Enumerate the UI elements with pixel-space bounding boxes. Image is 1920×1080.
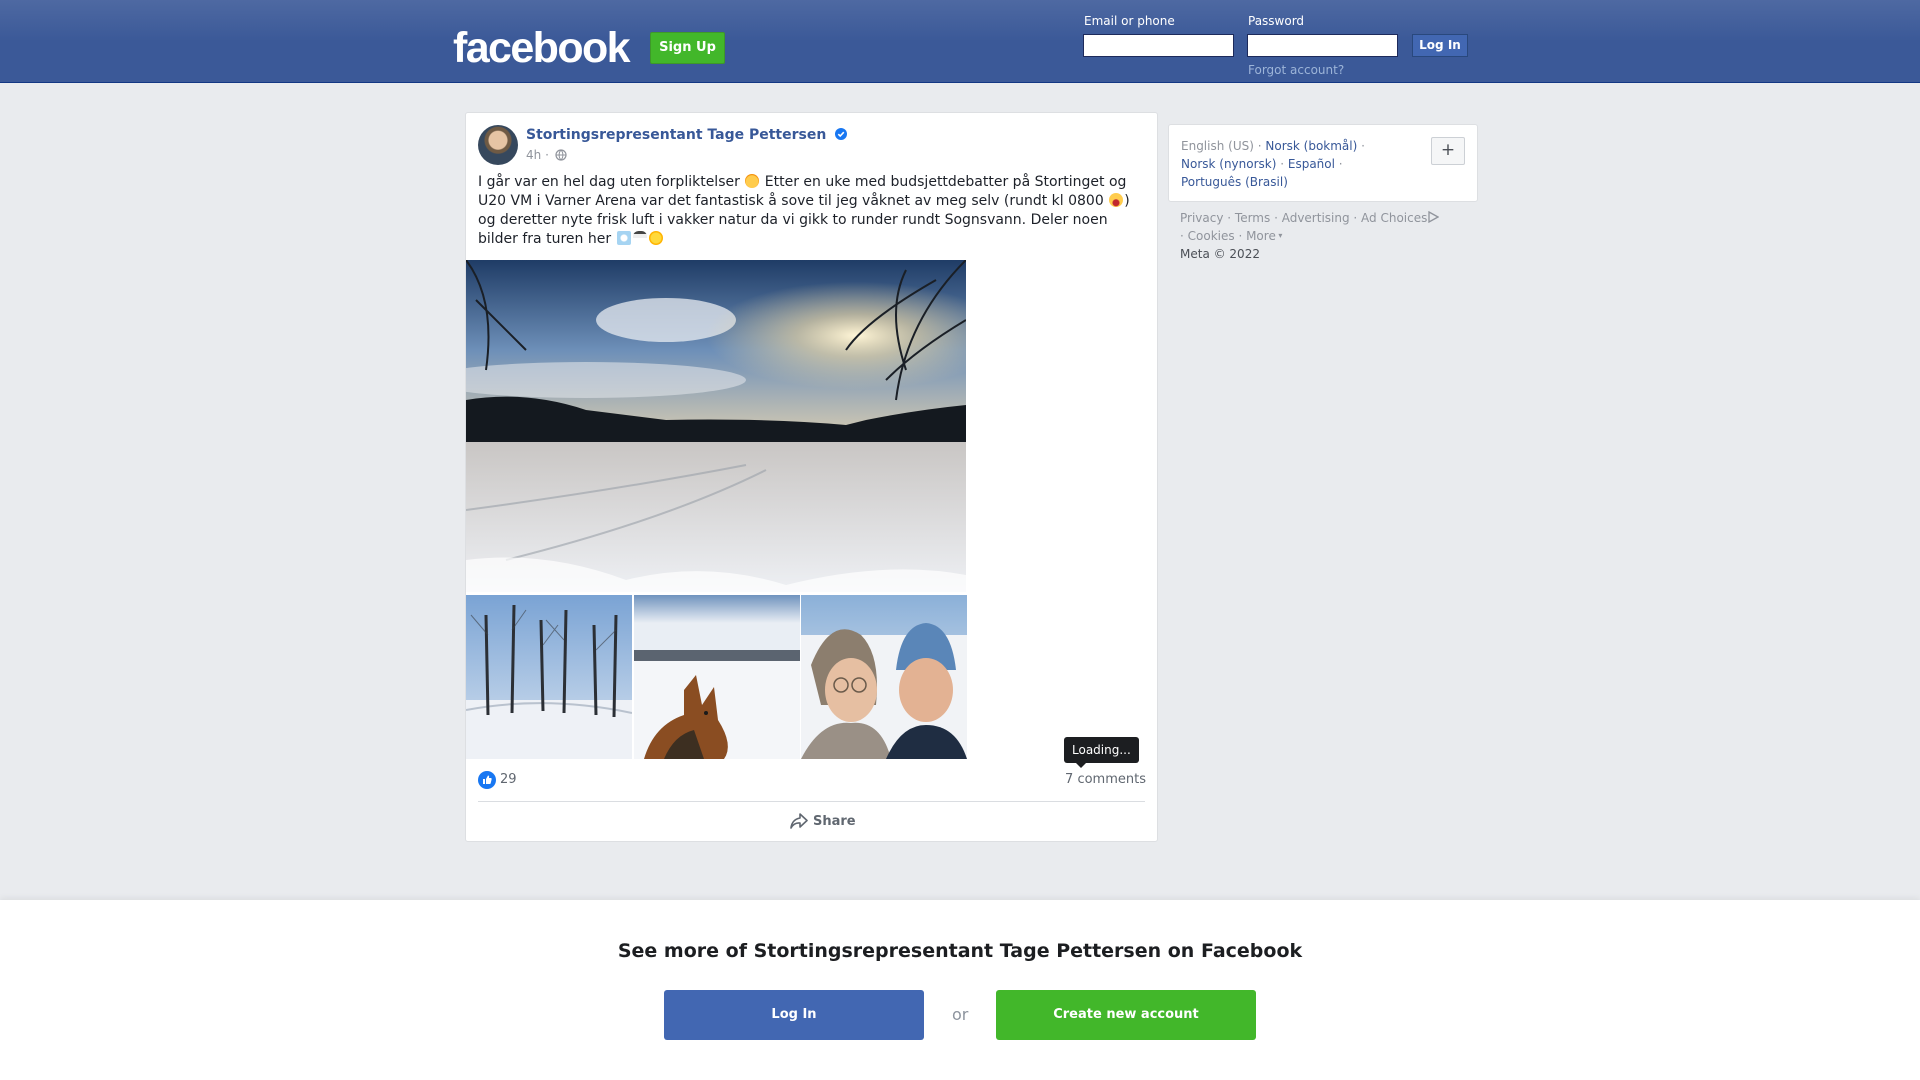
banner-title: See more of Stortingsrepresentant Tage P…	[617, 940, 1303, 962]
top-bar: facebook Sign Up Email or phone Password…	[0, 0, 1920, 83]
snowy-birch-trees-photo[interactable]	[466, 595, 632, 759]
post-text-part-1: I går var en hel dag uten forpliktelser	[478, 174, 740, 190]
snowman-icon	[632, 231, 647, 245]
language-selector: English (US) · Norsk (bokmål) · Norsk (n…	[1168, 124, 1478, 202]
post-author[interactable]: Stortingsrepresentant Tage Pettersen	[526, 127, 848, 143]
snowflake-icon	[616, 231, 631, 245]
globe-icon	[555, 149, 567, 161]
header-login-button[interactable]: Log In	[1412, 34, 1468, 57]
banner-login-button[interactable]: Log In	[664, 990, 924, 1040]
banner-or-text: or	[952, 1005, 969, 1024]
selfie-image	[801, 595, 967, 759]
chevron-down-icon[interactable]: ▾	[1276, 231, 1282, 240]
post-divider	[478, 801, 1145, 802]
language-current: English (US)	[1181, 139, 1254, 153]
share-icon	[790, 813, 808, 829]
language-espanol[interactable]: Español	[1288, 157, 1335, 171]
footer-more[interactable]: More	[1246, 229, 1276, 243]
footer-ad-choices[interactable]: Ad Choices	[1361, 211, 1427, 225]
email-label: Email or phone	[1084, 14, 1175, 28]
comments-link[interactable]: 7 comments	[1065, 772, 1146, 787]
sun-icon	[648, 231, 663, 245]
like-count[interactable]: 29	[500, 772, 517, 787]
create-account-button[interactable]: Create new account	[996, 990, 1256, 1040]
couple-selfie-photo[interactable]	[801, 595, 967, 759]
login-banner: See more of Stortingsrepresentant Tage P…	[0, 900, 1920, 1080]
like-reaction-icon[interactable]	[478, 771, 496, 789]
frozen-lake-sunset-photo[interactable]	[466, 260, 966, 592]
email-field[interactable]	[1083, 34, 1234, 57]
laughing-emoji-icon	[1109, 193, 1124, 207]
footer-advertising[interactable]: Advertising	[1282, 211, 1350, 225]
post-meta: 4h ·	[526, 148, 567, 162]
sign-up-button[interactable]: Sign Up	[650, 32, 725, 64]
language-norsk-bokmal[interactable]: Norsk (bokmål)	[1265, 139, 1357, 153]
language-list: English (US) · Norsk (bokmål) · Norsk (n…	[1181, 139, 1365, 189]
post-text: I går var en hel dag uten forpliktelser …	[478, 173, 1148, 249]
dog-image	[634, 595, 800, 759]
footer-links: Privacy · Terms · Advertising · Ad Choic…	[1180, 209, 1480, 263]
birch-trees-image	[466, 595, 632, 759]
footer-terms[interactable]: Terms	[1235, 211, 1270, 225]
more-languages-button[interactable]: +	[1431, 137, 1465, 165]
share-label: Share	[813, 814, 856, 829]
share-button[interactable]: Share	[790, 813, 856, 829]
author-avatar[interactable]	[478, 125, 518, 165]
post-card: Stortingsrepresentant Tage Pettersen 4h …	[465, 112, 1158, 842]
password-field[interactable]	[1247, 34, 1398, 57]
partying-face-emoji-icon	[745, 174, 760, 188]
loading-tooltip: Loading...	[1064, 737, 1139, 768]
copyright: Meta © 2022	[1180, 247, 1260, 261]
footer-cookies[interactable]: Cookies	[1188, 229, 1235, 243]
frozen-lake-image	[466, 260, 966, 592]
facebook-logo[interactable]: facebook	[453, 24, 631, 72]
verified-badge-icon	[835, 128, 848, 140]
language-portugues[interactable]: Português (Brasil)	[1181, 175, 1288, 189]
ad-choices-icon[interactable]	[1427, 210, 1440, 224]
footer-privacy[interactable]: Privacy	[1180, 211, 1223, 225]
post-time[interactable]: 4h	[526, 148, 541, 162]
language-norsk-nynorsk[interactable]: Norsk (nynorsk)	[1181, 157, 1276, 171]
forgot-account-link[interactable]: Forgot account?	[1248, 63, 1344, 77]
dog-on-frozen-lake-photo[interactable]	[634, 595, 800, 759]
password-label: Password	[1248, 14, 1305, 28]
post-author-name[interactable]: Stortingsrepresentant Tage Pettersen	[526, 127, 826, 143]
